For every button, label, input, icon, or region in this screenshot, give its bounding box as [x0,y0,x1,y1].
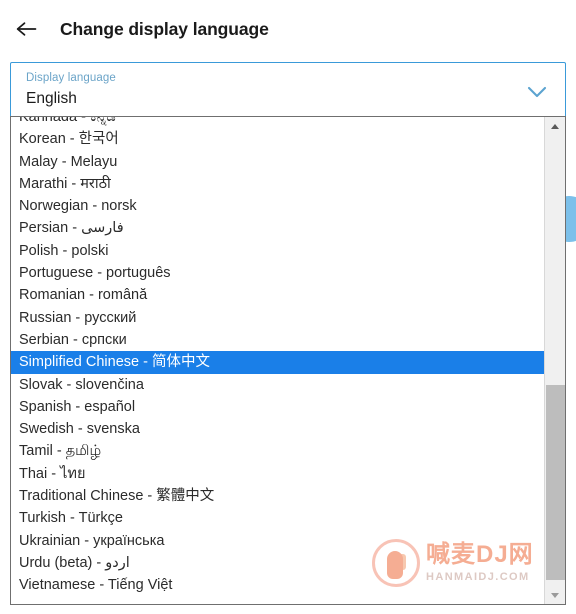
list-item[interactable]: Portuguese - português [11,262,544,284]
scroll-up-arrow-icon[interactable] [545,117,565,135]
list-item[interactable]: Persian - فارسی [11,217,544,239]
dialog-header: Change display language [0,0,576,58]
list-item[interactable]: Malay - Melayu [11,151,544,173]
list-item[interactable]: Kannada - ಕನ್ನಡ [11,117,544,128]
list-item[interactable]: Turkish - Türkçe [11,507,544,529]
list-item[interactable]: Simplified Chinese - 简体中文 [11,351,544,374]
list-item[interactable]: Romanian - română [11,284,544,306]
list-item[interactable]: Russian - русский [11,307,544,329]
list-item[interactable]: Slovak - slovenčina [11,374,544,396]
list-item[interactable]: Norwegian - norsk [11,195,544,217]
list-item[interactable]: Marathi - मराठी [11,173,544,195]
list-item[interactable]: Thai - ไทย [11,463,544,485]
combobox-selected-value: English [26,90,77,107]
list-item[interactable]: Urdu (beta) - اردو [11,552,544,574]
change-display-language-dialog: Change display language Display language… [0,0,576,614]
listbox-options: Kannada - ಕನ್ನಡ Korean - 한국어 Malay - Melay… [11,117,544,597]
display-language-combobox[interactable]: Display language English [10,62,566,120]
list-item[interactable]: Polish - polski [11,240,544,262]
list-item[interactable]: Traditional Chinese - 繁體中文 [11,485,544,507]
chevron-down-icon[interactable] [523,82,551,102]
page-title: Change display language [60,18,269,39]
list-item[interactable]: Tamil - தமிழ் [11,440,544,462]
list-item[interactable]: Ukrainian - українська [11,530,544,552]
language-listbox[interactable]: Kannada - ಕನ್ನಡ Korean - 한국어 Malay - Melay… [10,116,566,605]
listbox-scrollbar[interactable] [544,117,565,604]
list-item[interactable]: Swedish - svenska [11,418,544,440]
back-button[interactable] [6,9,46,49]
scroll-down-glyph [551,592,559,598]
list-item[interactable]: Vietnamese - Tiếng Việt [11,574,544,596]
list-item[interactable]: Korean - 한국어 [11,128,544,150]
combobox-floating-label: Display language [26,72,116,84]
list-item[interactable]: Spanish - español [11,396,544,418]
arrow-left-icon [15,20,37,38]
list-item[interactable]: Serbian - српски [11,329,544,351]
scroll-up-glyph [551,123,559,129]
scroll-down-arrow-icon[interactable] [545,586,565,604]
listbox-scroll-area: Kannada - ಕನ್ನಡ Korean - 한국어 Malay - Melay… [11,117,544,604]
scrollbar-thumb[interactable] [546,385,565,580]
